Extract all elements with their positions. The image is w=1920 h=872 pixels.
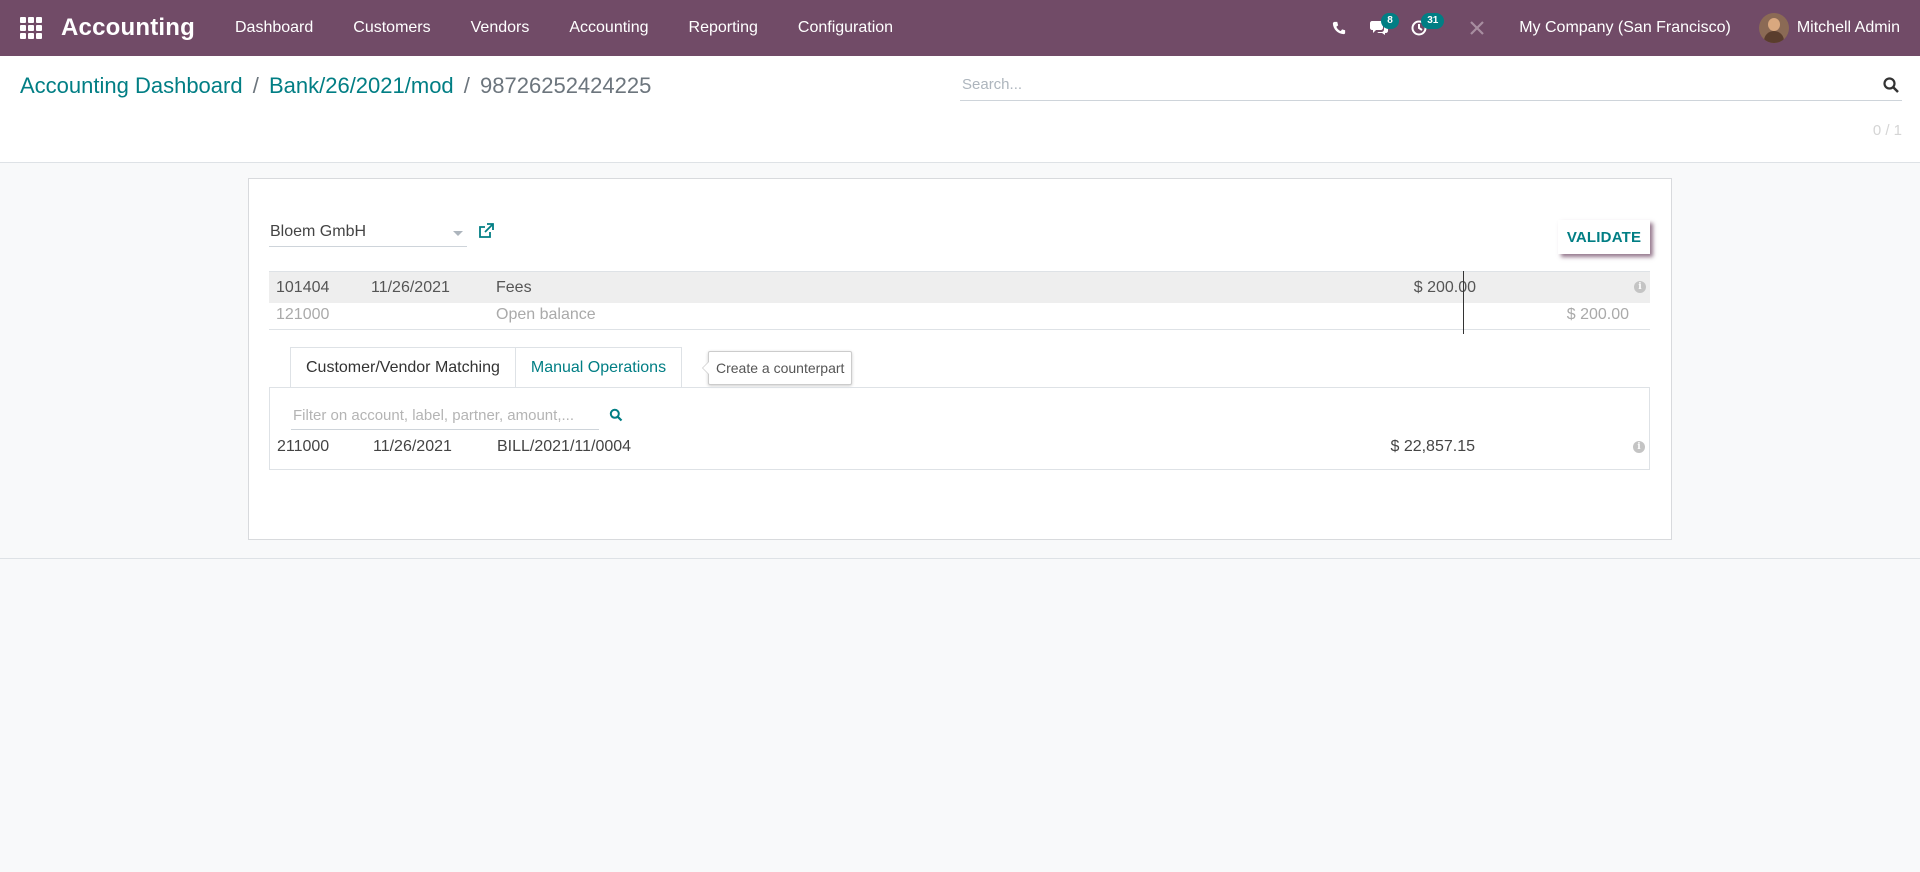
external-link-icon[interactable]: [477, 222, 495, 240]
match-account: 211000: [277, 438, 330, 455]
content-area: Bloem GmbH VALIDATE 101404 11/26/2021 Fe…: [0, 163, 1920, 559]
column-divider: [1463, 271, 1464, 334]
chevron-down-icon[interactable]: [453, 231, 463, 236]
validate-button[interactable]: VALIDATE: [1558, 220, 1650, 254]
filter-field: [291, 401, 599, 430]
menu-vendors[interactable]: Vendors: [451, 0, 550, 56]
wrench-icon[interactable]: [1457, 0, 1497, 56]
menu-customers[interactable]: Customers: [333, 0, 450, 56]
breadcrumb-separator: /: [463, 73, 470, 98]
search-bar: [960, 70, 1902, 101]
phone-icon[interactable]: [1319, 0, 1359, 56]
line-account: 101404: [276, 279, 330, 296]
tooltip: Create a counterpart: [701, 351, 853, 385]
table-row[interactable]: 121000 Open balance $ 200.00: [269, 303, 1650, 330]
menu-reporting[interactable]: Reporting: [669, 0, 778, 56]
search-input[interactable]: [960, 70, 1864, 98]
line-label: Open balance: [496, 306, 596, 323]
info-icon[interactable]: i: [1633, 441, 1645, 453]
chat-icon[interactable]: 8: [1359, 0, 1399, 56]
line-date: 11/26/2021: [371, 279, 450, 296]
breadcrumb-accounting-dashboard[interactable]: Accounting Dashboard: [20, 73, 243, 98]
menu-configuration[interactable]: Configuration: [778, 0, 913, 56]
matching-panel: 211000 11/26/2021 BILL/2021/11/0004 $ 22…: [269, 387, 1650, 470]
table-row[interactable]: 101404 11/26/2021 Fees $ 200.00 i: [269, 272, 1650, 303]
reconciliation-sheet: Bloem GmbH VALIDATE 101404 11/26/2021 Fe…: [248, 178, 1672, 540]
search-icon[interactable]: [609, 408, 623, 422]
match-date: 11/26/2021: [373, 438, 452, 455]
list-item[interactable]: 211000 11/26/2021 BILL/2021/11/0004 $ 22…: [270, 438, 1649, 462]
user-menu[interactable]: Mitchell Admin: [1758, 13, 1900, 43]
messages-count-badge: 8: [1381, 13, 1399, 29]
filter-input[interactable]: [291, 401, 595, 429]
reconciliation-lines: 101404 11/26/2021 Fees $ 200.00 i 121000…: [269, 271, 1650, 330]
pager-value[interactable]: 0 / 1: [1873, 122, 1902, 139]
line-debit: $ 200.00: [1413, 279, 1476, 296]
tab-manual-operations[interactable]: Manual Operations: [515, 347, 683, 387]
app-brand[interactable]: Accounting: [61, 14, 195, 42]
tab-bar: Customer/Vendor Matching Manual Operatio…: [290, 347, 683, 388]
search-icon[interactable]: [1882, 76, 1900, 94]
main-navbar: Accounting Dashboard Customers Vendors A…: [0, 0, 1920, 56]
menu-dashboard[interactable]: Dashboard: [215, 0, 333, 56]
menu-accounting[interactable]: Accounting: [549, 0, 668, 56]
match-reference: BILL/2021/11/0004: [497, 438, 632, 455]
company-switcher[interactable]: My Company (San Francisco): [1519, 19, 1731, 37]
breadcrumb-separator: /: [252, 73, 259, 98]
line-account: 121000: [276, 306, 330, 323]
activities-count-badge: 31: [1421, 13, 1445, 29]
user-name: Mitchell Admin: [1796, 19, 1900, 36]
clock-icon[interactable]: 31: [1399, 0, 1445, 56]
line-credit: $ 200.00: [1566, 306, 1629, 323]
line-label: Fees: [496, 279, 532, 296]
breadcrumb: Accounting Dashboard / Bank/26/2021/mod …: [20, 73, 651, 99]
control-panel: Accounting Dashboard / Bank/26/2021/mod …: [0, 56, 1920, 163]
apps-grid-icon[interactable]: [20, 17, 42, 39]
tab-customer-vendor-matching[interactable]: Customer/Vendor Matching: [290, 347, 516, 388]
partner-select[interactable]: Bloem GmbH: [269, 220, 467, 247]
breadcrumb-current: 98726252424225: [480, 73, 652, 98]
info-icon[interactable]: i: [1634, 281, 1646, 293]
avatar: [1758, 13, 1789, 43]
breadcrumb-bank-statement[interactable]: Bank/26/2021/mod: [269, 73, 454, 98]
navbar-systray: 8 31 My Company (San Francisco) Mitchell…: [1319, 0, 1920, 56]
partner-value: Bloem GmbH: [270, 223, 367, 240]
match-amount: $ 22,857.15: [1390, 438, 1475, 455]
